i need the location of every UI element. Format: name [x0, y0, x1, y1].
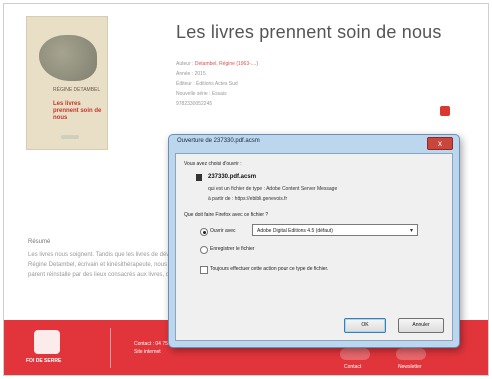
remember-label: Toujours effectuer cette action pour ce …	[210, 266, 329, 272]
footer-contact-button[interactable]	[340, 348, 370, 360]
open-with-select[interactable]: Adobe Digital Editions 4.5 (défaut) ▾	[252, 224, 418, 236]
meta-publisher: Éditeur : Éditions Actes Sud	[176, 81, 238, 87]
dialog-source: à partir de : https://ebibli.genevois.fr	[208, 196, 288, 202]
dialog-filename: 237330.pdf.acsm	[208, 174, 257, 180]
dialog-close-button[interactable]: x	[427, 137, 453, 150]
cover-title: Les livres prennent soin de nous	[53, 101, 102, 121]
dialog-title: Ouverture de 237330.pdf.acsm	[177, 138, 260, 144]
meta-edition: Année : 2015	[176, 71, 206, 77]
footer-logo-icon[interactable]	[34, 330, 60, 354]
dialog-question: Que doit faire Firefox avec ce fichier ?	[184, 212, 269, 218]
open-with-radio[interactable]	[200, 228, 208, 236]
cancel-button[interactable]: Annuler	[398, 318, 444, 333]
remember-checkbox[interactable]	[200, 266, 208, 274]
cover-bird	[61, 135, 79, 139]
open-with-select-value: Adobe Digital Editions 4.5 (défaut)	[257, 228, 333, 234]
cover-illustration	[39, 35, 97, 81]
footer-logo-text: FOI DE SERRE	[26, 358, 62, 364]
save-file-radio[interactable]	[200, 246, 208, 254]
meta-collection: Nouvelle série : Essais	[176, 91, 227, 97]
save-file-label: Enregistrer le fichier	[210, 246, 255, 252]
dialog-body: Vous avez choisi d'ouvrir : 237330.pdf.a…	[175, 153, 453, 341]
footer-newsletter-button[interactable]	[396, 348, 426, 360]
book-cover[interactable]: RÉGINE DETAMBEL Les livres prennent soin…	[26, 16, 108, 150]
footer-newsletter-label: Newsletter	[398, 364, 422, 370]
meta-isbn: 9782330052245	[176, 101, 213, 107]
chevron-down-icon: ▾	[409, 228, 413, 234]
cover-author: RÉGINE DETAMBEL	[53, 87, 101, 93]
book-meta: Auteur : Detambel, Régine (1963-....) An…	[176, 59, 258, 109]
download-dialog: Ouverture de 237330.pdf.acsm x Vous avez…	[168, 134, 460, 348]
page-title: Les livres prennent soin de nous	[176, 22, 442, 42]
dialog-section-label: Vous avez choisi d'ouvrir :	[184, 161, 242, 167]
open-with-label: Ouvrir avec	[210, 228, 236, 234]
dialog-filetype: qui est un fichier de type : Adobe Conte…	[208, 186, 338, 192]
footer-contact-label: Contact	[344, 364, 362, 370]
meta-author-link[interactable]: Detambel, Régine (1963-....)	[195, 61, 258, 67]
footer-info-line: Site internet	[134, 349, 161, 355]
meta-author-label: Auteur	[176, 61, 191, 67]
pdf-download-icon[interactable]	[440, 106, 450, 116]
file-icon	[196, 174, 202, 181]
meta-author: Auteur : Detambel, Régine (1963-....)	[176, 61, 258, 67]
description-heading: Résumé	[28, 239, 51, 245]
ok-button[interactable]: OK	[344, 318, 386, 333]
footer-divider	[110, 328, 111, 368]
